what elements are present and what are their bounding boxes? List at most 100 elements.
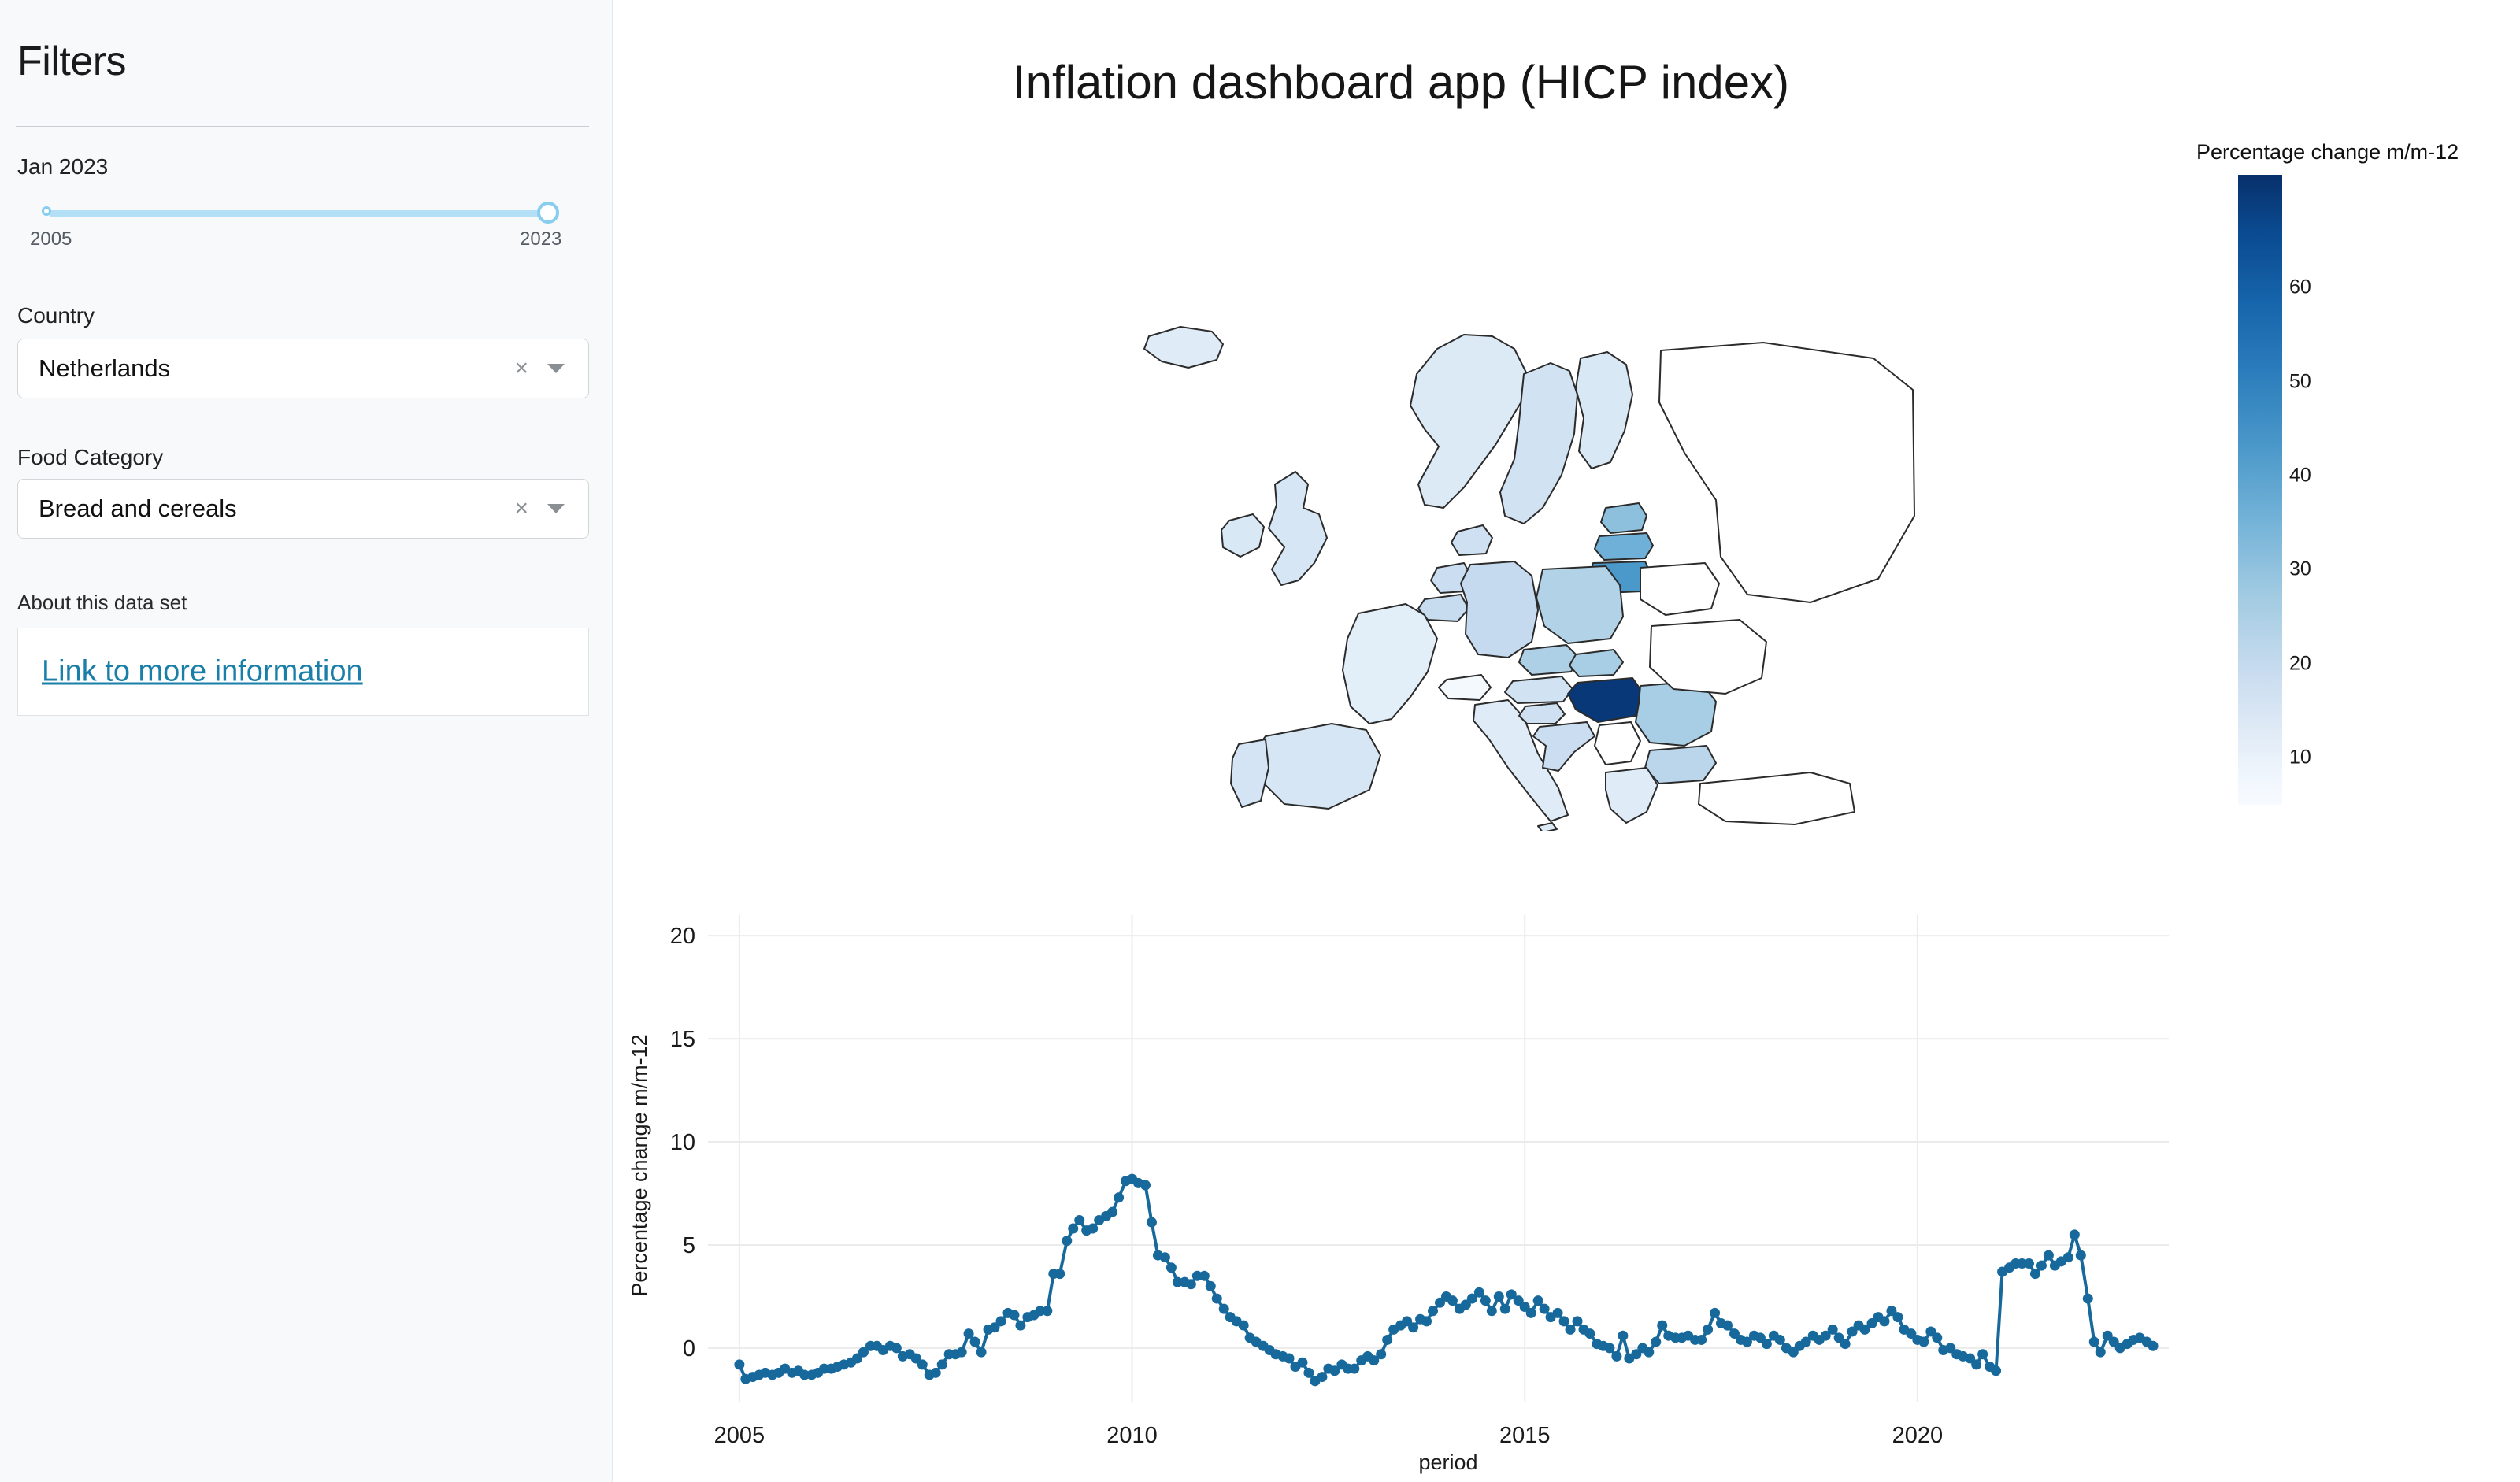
series-point[interactable] [1317,1372,1328,1383]
series-point[interactable] [1644,1347,1655,1358]
map-region-iceland[interactable] [1143,326,1224,369]
series-point[interactable] [1552,1307,1563,1318]
series-point[interactable] [1932,1332,1943,1343]
series-point[interactable] [1349,1363,1360,1374]
series-point[interactable] [1604,1343,1615,1354]
more-information-link[interactable]: Link to more information [42,655,363,689]
clear-icon[interactable]: × [514,357,528,380]
map-region-ireland[interactable] [1221,513,1265,558]
series-point[interactable] [1991,1365,2002,1376]
map-region-spain[interactable] [1254,723,1381,810]
series-point[interactable] [1651,1336,1662,1347]
series-point[interactable] [1140,1180,1151,1191]
series-point[interactable] [1539,1303,1550,1314]
map-region-malta[interactable] [1537,822,1558,831]
food-category-select[interactable]: Bread and cereals × [17,479,589,539]
map-region-slovakia[interactable] [1569,649,1624,677]
chevron-down-icon[interactable] [547,504,565,513]
series-point[interactable] [2036,1260,2047,1271]
map-region-czechia[interactable] [1518,644,1580,676]
map-region-finland[interactable] [1575,351,1633,469]
europe-choropleth-map[interactable] [1054,138,2094,831]
series-point[interactable] [1761,1339,1772,1350]
series-point[interactable] [1918,1336,1929,1347]
series-point[interactable] [1977,1349,1988,1360]
time-slider[interactable] [42,202,559,224]
series-point[interactable] [1657,1320,1668,1331]
series-point[interactable] [1611,1350,1622,1362]
series-point[interactable] [2023,1258,2034,1269]
series-point[interactable] [976,1347,987,1358]
map-region-hungary[interactable] [1567,677,1644,723]
map-region-switzerland[interactable] [1438,674,1492,701]
series-point[interactable] [1218,1303,1229,1314]
map-region-latvia[interactable] [1594,532,1654,561]
map-region-bulgaria[interactable] [1644,745,1717,784]
series-point[interactable] [2043,1250,2054,1261]
series-point[interactable] [1827,1324,1838,1335]
map-region-united-kingdom[interactable] [1268,471,1328,586]
series-point[interactable] [1565,1324,1576,1335]
clear-icon[interactable]: × [514,497,528,521]
series-point[interactable] [1042,1306,1053,1317]
series-point[interactable] [1480,1295,1491,1306]
series-point[interactable] [969,1336,980,1347]
series-point[interactable] [1303,1367,1314,1378]
series-point[interactable] [1297,1357,1308,1368]
series-point[interactable] [963,1328,974,1339]
series-point[interactable] [1408,1322,1419,1333]
series-point[interactable] [1584,1328,1595,1339]
inflation-line-chart[interactable]: 0 5 10 15 20 2005 2010 2015 2020 Percentage cha… [613,898,2520,1482]
series-point[interactable] [1493,1291,1504,1302]
time-slider-track[interactable] [49,210,557,217]
series-point[interactable] [1205,1280,1216,1291]
series-point[interactable] [1199,1270,1210,1281]
series-point[interactable] [1525,1307,1536,1318]
map-region-france[interactable] [1342,603,1438,724]
series-point[interactable] [1062,1236,1073,1247]
series-point[interactable] [734,1359,745,1370]
time-slider-handle-max[interactable] [537,202,559,224]
series-point[interactable] [1774,1334,1785,1345]
series-point[interactable] [1009,1310,1020,1321]
series-point[interactable] [1054,1269,1065,1280]
series-point[interactable] [1696,1334,1707,1345]
series-point[interactable] [1159,1252,1170,1263]
series-point[interactable] [891,1343,902,1354]
series-point[interactable] [1572,1316,1583,1327]
series-point[interactable] [1146,1217,1157,1228]
series-point[interactable] [1166,1262,1177,1273]
series-point[interactable] [1473,1287,1484,1298]
country-select[interactable]: Netherlands × [17,339,589,398]
map-region-greece[interactable] [1605,767,1658,824]
series-point[interactable] [1879,1316,1890,1327]
series-point[interactable] [1421,1316,1432,1327]
series-point[interactable] [956,1347,967,1358]
chevron-down-icon[interactable] [547,364,565,373]
series-point[interactable] [1185,1279,1196,1290]
series-point[interactable] [1107,1206,1118,1217]
series-point[interactable] [995,1316,1006,1327]
series-point[interactable] [1238,1320,1249,1331]
map-region-denmark[interactable] [1451,524,1493,556]
series-point[interactable] [2082,1293,2093,1304]
series-point[interactable] [1499,1303,1510,1314]
series-point[interactable] [1703,1324,1714,1335]
series-point[interactable] [1618,1330,1629,1341]
series-point[interactable] [1840,1339,1851,1350]
series-point[interactable] [2062,1252,2073,1263]
series-point[interactable] [1382,1334,1393,1345]
series-point[interactable] [1284,1353,1295,1364]
series-point[interactable] [936,1359,947,1370]
series-point[interactable] [1088,1223,1099,1234]
series-point[interactable] [2029,1269,2040,1280]
series-point[interactable] [2088,1336,2099,1347]
series-point[interactable] [1558,1316,1569,1327]
map-region-portugal[interactable] [1230,739,1269,808]
map-region-ukraine[interactable] [1649,619,1767,695]
series-point[interactable] [1068,1223,1079,1234]
series-point[interactable] [1447,1295,1458,1306]
series-point[interactable] [1892,1312,1903,1323]
series-point[interactable] [1428,1306,1439,1317]
map-region-estonia[interactable] [1600,502,1647,534]
